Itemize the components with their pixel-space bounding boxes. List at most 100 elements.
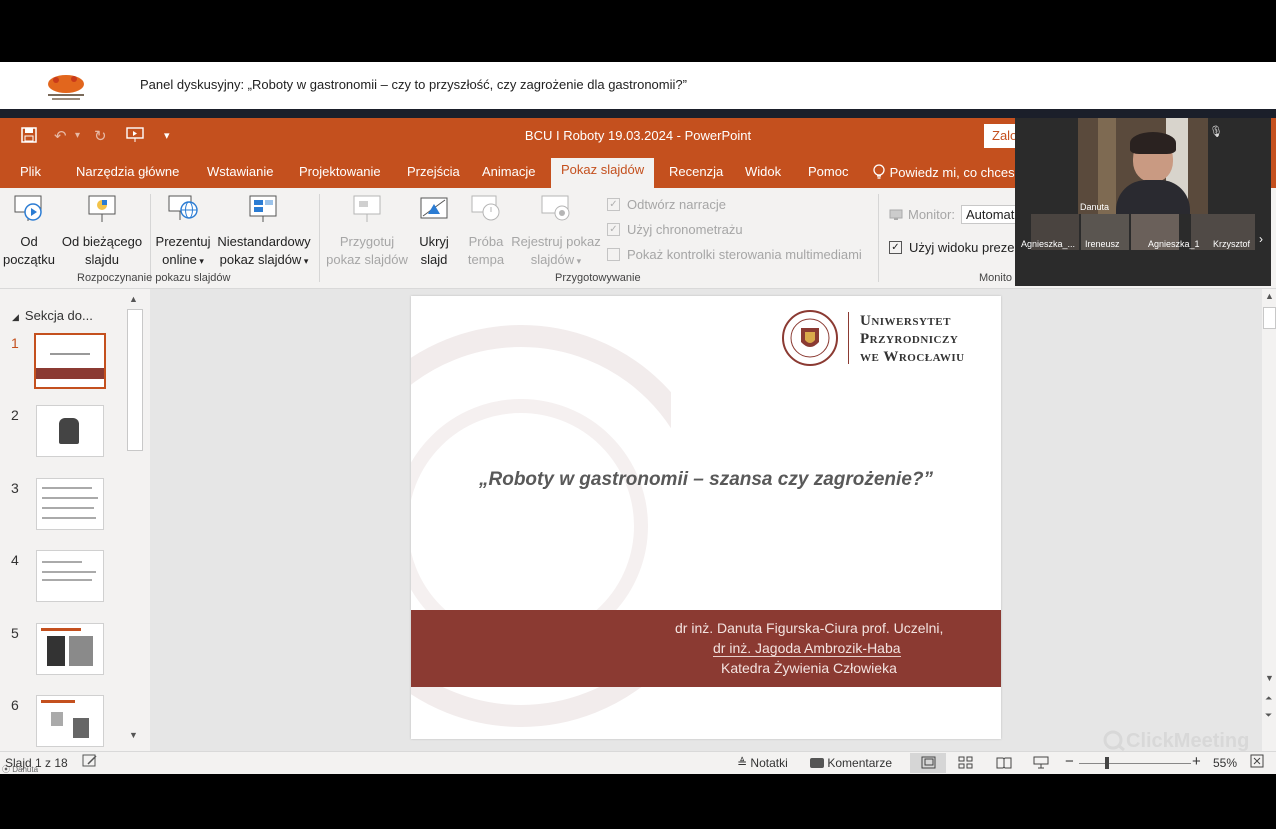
zoom-slider[interactable] xyxy=(1079,763,1191,764)
bottom-letterbox xyxy=(0,774,1276,829)
tab-insert[interactable]: Wstawianie xyxy=(207,164,273,179)
slide-thumbnail-2[interactable] xyxy=(36,405,104,457)
show-media-controls-checkbox[interactable]: Pokaż kontrolki sterowania multimediami xyxy=(607,247,862,262)
hide-slide-button[interactable]: Ukryj slajd xyxy=(412,188,456,269)
scroll-down-icon[interactable]: ▼ xyxy=(129,730,138,740)
participant-name: Ireneusz xyxy=(1085,239,1120,249)
play-narrations-label: Odtwórz narracje xyxy=(627,197,726,212)
scrollbar-thumb[interactable] xyxy=(127,309,143,451)
current-slide[interactable]: Uniwersytet Przyrodniczy we Wrocławiu „R… xyxy=(411,296,1001,739)
present-online-button[interactable]: Prezentuj online ▾ xyxy=(154,188,212,270)
slide-thumbnail-3[interactable] xyxy=(36,478,104,530)
tell-me-search[interactable]: Powiedz mi, co chcesz xyxy=(872,164,1021,180)
setup-slideshow-icon xyxy=(353,195,381,222)
slide-sorter-button[interactable] xyxy=(958,756,973,772)
next-participants-icon[interactable]: › xyxy=(1259,232,1263,246)
slide-thumbnail-5[interactable] xyxy=(36,623,104,675)
participant-name: Agnieszka_... xyxy=(1021,239,1076,249)
slide-number: 5 xyxy=(11,625,19,641)
header-divider xyxy=(0,109,1276,118)
checkbox-box: ✓ xyxy=(607,198,620,211)
slide-thumbnail-6[interactable] xyxy=(36,695,104,747)
setup-line1: Przygotuj xyxy=(339,234,395,249)
slide-number: 6 xyxy=(11,697,19,713)
scroll-up-icon[interactable]: ▲ xyxy=(1265,291,1274,301)
university-name-line: Przyrodniczy xyxy=(860,331,959,347)
author-line-3: Katedra Żywienia Człowieka xyxy=(721,660,897,676)
main-webcam-name: Danuta xyxy=(1080,202,1110,212)
use-timings-checkbox[interactable]: ✓ Użyj chronometrażu xyxy=(607,222,743,237)
zoom-slider-thumb[interactable] xyxy=(1105,757,1109,769)
group-label-start-slideshow: Rozpoczynanie pokazu slajdów xyxy=(77,272,231,284)
next-slide-icon[interactable]: ⏷ xyxy=(1265,710,1272,721)
tell-me-label: Powiedz mi, co chcesz xyxy=(889,165,1022,180)
book-icon xyxy=(996,757,1012,769)
monitor-label: Monitor: xyxy=(908,207,955,222)
record-icon xyxy=(541,195,570,221)
tab-help[interactable]: Pomoc xyxy=(808,164,848,179)
custom-slideshow-button[interactable]: Niestandardowy pokaz slajdów ▾ xyxy=(213,188,315,270)
presenter-tag-name: Danuta xyxy=(12,765,39,774)
slideshow-current-icon xyxy=(88,195,116,222)
university-seal-icon xyxy=(782,310,838,366)
fit-to-window-icon[interactable] xyxy=(1250,754,1264,771)
normal-view-button[interactable] xyxy=(910,753,946,773)
tab-design[interactable]: Projektowanie xyxy=(299,164,381,179)
tab-review[interactable]: Recenzja xyxy=(669,164,723,179)
notes-icon: ≜ xyxy=(737,756,748,770)
rehearse-timings-button[interactable]: Próba tempa xyxy=(462,188,510,269)
ribbon-separator xyxy=(150,194,151,282)
from-current-slide-button[interactable]: Od bieżącego slajdu xyxy=(58,188,146,269)
present-online-line1: Prezentuj xyxy=(155,234,211,249)
zoom-out-icon[interactable]: − xyxy=(1065,753,1074,770)
slide-thumbnail-pane: ◢ Sekcja do... 1 2 3 4 5 6 ▲ ▼ xyxy=(0,289,148,751)
slide-thumbnail-4[interactable] xyxy=(36,550,104,602)
comments-button[interactable]: Komentarze xyxy=(810,756,892,770)
slide-number: 2 xyxy=(11,407,19,423)
scroll-up-icon[interactable]: ▲ xyxy=(129,294,138,304)
from-beginning-button[interactable]: Od początku xyxy=(0,188,58,269)
editor-scrollbar[interactable]: ▲ ▼ ⏶ ⏷ xyxy=(1262,289,1276,751)
zoom-level[interactable]: 55% xyxy=(1213,756,1237,770)
record-line2: slajdów xyxy=(530,252,575,267)
monitor-selector[interactable]: Monitor: Automat xyxy=(889,205,1031,224)
present-online-icon xyxy=(168,195,198,220)
clickmeeting-watermark: ClickMeeting xyxy=(1102,729,1249,753)
main-webcam-video[interactable]: Danuta xyxy=(1078,118,1208,214)
use-presenter-view-checkbox[interactable]: ✓ Użyj widoku preze xyxy=(889,240,1015,255)
previous-slide-icon[interactable]: ⏶ xyxy=(1265,693,1272,704)
scrollbar-thumb[interactable] xyxy=(1263,307,1276,329)
comments-label: Komentarze xyxy=(827,756,893,770)
zoom-in-icon[interactable]: + xyxy=(1192,753,1201,770)
slide-number: 3 xyxy=(11,480,19,496)
monitor-icon xyxy=(889,209,903,220)
tab-file[interactable]: Plik xyxy=(20,164,41,179)
tab-view[interactable]: Widok xyxy=(745,164,781,179)
scroll-down-icon[interactable]: ▼ xyxy=(1265,673,1274,683)
record-slideshow-button[interactable]: Rejestruj pokaz slajdów ▾ xyxy=(510,188,602,270)
slide-thumbnail-1[interactable] xyxy=(34,333,106,389)
author-line-2-text: dr inż. Jagoda Ambrozik-Haba xyxy=(713,640,901,657)
comment-icon xyxy=(810,758,824,768)
custom-slideshow-icon xyxy=(249,195,277,222)
slide-number: 1 xyxy=(11,335,19,351)
setup-line2: pokaz slajdów xyxy=(326,252,408,267)
thumbnail-scrollbar[interactable]: ▲ ▼ xyxy=(126,293,143,743)
author-line-2: dr inż. Jagoda Ambrozik-Haba xyxy=(713,640,901,657)
presenter-tag: ⦿ Danuta xyxy=(2,765,39,774)
tab-animations[interactable]: Animacje xyxy=(482,164,535,179)
accessibility-icon[interactable] xyxy=(82,754,98,771)
notes-label: Notatki xyxy=(750,756,788,770)
tab-slideshow[interactable]: Pokaz slajdów xyxy=(551,158,655,188)
group-label-setup: Przygotowywanie xyxy=(555,272,641,284)
notes-button[interactable]: ≜ Notatki xyxy=(737,756,788,770)
tab-transitions[interactable]: Przejścia xyxy=(407,164,460,179)
play-narrations-checkbox[interactable]: ✓ Odtwórz narracje xyxy=(607,197,726,212)
section-header[interactable]: ◢ Sekcja do... xyxy=(12,308,93,323)
slideshow-start-icon xyxy=(14,195,42,221)
setup-slideshow-button[interactable]: Przygotuj pokaz slajdów xyxy=(322,188,412,269)
reading-view-button[interactable] xyxy=(996,756,1012,772)
tab-home[interactable]: Narzędzia główne xyxy=(76,164,179,179)
presentation-icon xyxy=(1033,756,1049,769)
slideshow-view-button[interactable] xyxy=(1033,756,1049,772)
